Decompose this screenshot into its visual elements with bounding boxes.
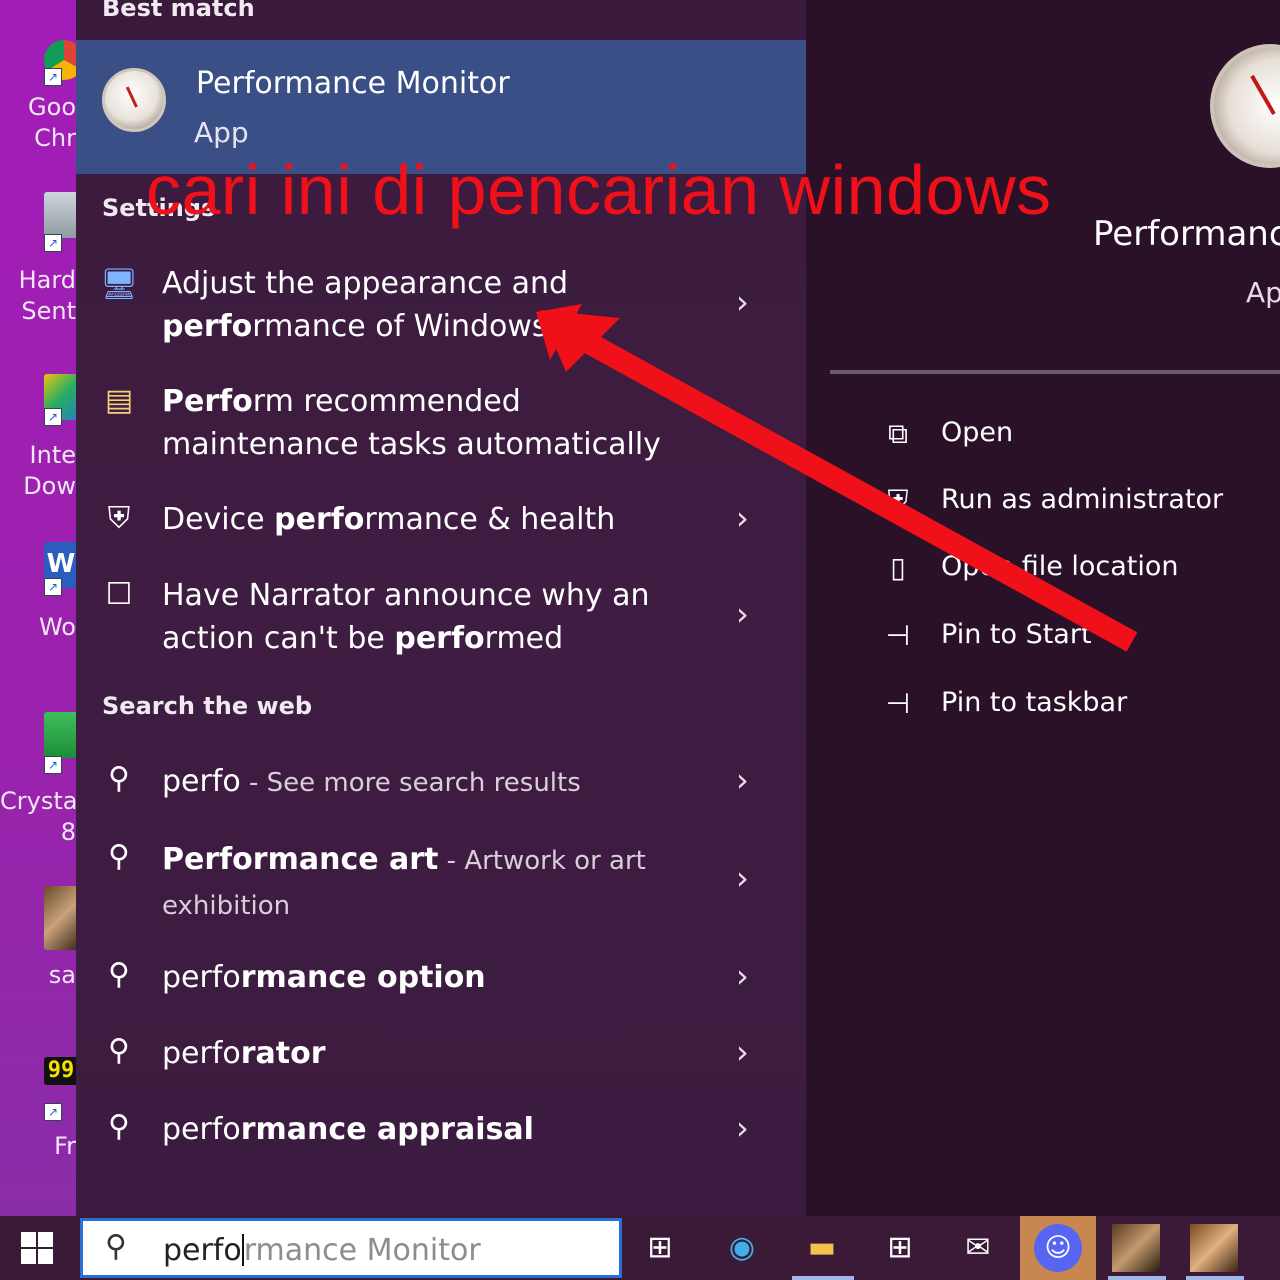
start-button[interactable] (0, 1216, 76, 1280)
shortcut-arrow-icon: ↗ (44, 68, 62, 86)
chevron-right-icon: › (736, 957, 749, 995)
desktop-icon-hard-disk-sentinel[interactable]: ↗ Hard Sent (0, 190, 76, 340)
detail-app-name: Performanc (1093, 214, 1280, 254)
admin-shield-icon: ⛨ (887, 484, 909, 517)
best-match-kind: App (194, 116, 249, 149)
game-icon (44, 886, 76, 950)
settings-item-device-performance[interactable]: ⛨ Device performance & health › (76, 498, 806, 550)
desktop-icon-game[interactable]: sa (0, 884, 76, 1034)
best-match-heading: Best match (102, 0, 255, 22)
web-item-perforator[interactable]: ⚲ perforator › (76, 1032, 806, 1082)
game-taskbar-icon[interactable] (1190, 1224, 1238, 1272)
desktop-icon-label: Crysta 8 (0, 787, 76, 846)
file-explorer-icon[interactable]: ▬ (798, 1224, 846, 1272)
web-item-perfo[interactable]: ⚲ perfo - See more search results › (76, 760, 806, 810)
discord-taskbar-button[interactable]: ☺ (1020, 1216, 1096, 1280)
web-item-performance-appraisal[interactable]: ⚲ performance appraisal › (76, 1108, 806, 1158)
computer-icon: 🖥 (100, 267, 139, 302)
desktop-icon-label: Hard Sent (18, 266, 76, 325)
shortcut-arrow-icon: ↗ (44, 578, 62, 596)
settings-item-adjust-appearance[interactable]: 🖥 Adjust the appearance and performance … (76, 262, 806, 358)
active-app-indicator (1108, 1276, 1166, 1280)
detail-app-kind: Ap (1246, 276, 1280, 309)
search-icon: ⚲ (108, 761, 130, 796)
desktop-icon-label: Fr (54, 1132, 76, 1160)
shortcut-arrow-icon: ↗ (44, 234, 62, 252)
web-item-performance-art[interactable]: ⚲ Performance art - Artwork or art exhib… (76, 838, 806, 934)
chevron-right-icon: › (736, 595, 749, 633)
desktop-icon-label: Wo (38, 613, 76, 641)
pin-icon: ⊣ (885, 619, 911, 652)
hard-disk-sentinel-icon (44, 192, 76, 238)
fraps-icon: 99 (44, 1057, 76, 1085)
desktop-icon-word[interactable]: W ↗ Wo (0, 540, 76, 690)
open-icon: ⧉ (888, 417, 908, 450)
settings-item-maintenance[interactable]: ▤ Perform recommended maintenance tasks … (76, 380, 806, 476)
action-open-file-location[interactable]: ▯ Open file location (878, 548, 1278, 592)
search-icon: ⚲ (108, 957, 130, 992)
performance-monitor-icon (1210, 44, 1280, 168)
shortcut-arrow-icon: ↗ (44, 408, 62, 426)
shield-icon: ⛨ (107, 501, 131, 536)
performance-monitor-icon (102, 68, 166, 132)
active-app-indicator (792, 1276, 854, 1280)
search-typed-text: perfo (163, 1233, 242, 1268)
desktop-icon-label: Inte Dow (23, 441, 76, 500)
desktop: ↗ Goo Chr ↗ Hard Sent ↗ Inte Dow W ↗ Wo … (0, 0, 76, 1216)
taskbar-search-input[interactable]: ⚲ performance Monitor (80, 1218, 622, 1278)
chevron-right-icon: › (736, 1109, 749, 1147)
chevron-right-icon: › (736, 499, 749, 537)
action-run-as-admin[interactable]: ⛨ Run as administrator (878, 481, 1278, 525)
action-pin-to-taskbar[interactable]: ⊣ Pin to taskbar (878, 684, 1278, 728)
desktop-icon-idm[interactable]: ↗ Inte Dow (0, 372, 76, 522)
edge-icon[interactable]: ◉ (718, 1224, 766, 1272)
desktop-icon-chrome[interactable]: ↗ Goo Chr (0, 20, 76, 170)
active-app-indicator (1186, 1276, 1244, 1280)
search-web-heading: Search the web (102, 692, 313, 720)
chevron-right-icon: › (736, 859, 749, 897)
desktop-icon-fraps[interactable]: 99 ↗ Fr (0, 1055, 76, 1205)
pin-icon: ⊣ (885, 687, 911, 720)
mail-icon[interactable]: ✉ (954, 1224, 1002, 1272)
search-autocomplete-text: rmance Monitor (243, 1233, 481, 1268)
search-icon: ⚲ (105, 1229, 127, 1264)
narrator-icon: ☐ (105, 577, 133, 612)
chevron-right-icon: › (736, 761, 749, 799)
divider (830, 370, 1280, 374)
desktop-icon-label: sa (48, 961, 76, 989)
maintenance-icon: ▤ (104, 383, 134, 418)
discord-icon: ☺ (1034, 1224, 1082, 1272)
search-icon: ⚲ (108, 1109, 130, 1144)
chevron-right-icon: › (736, 1033, 749, 1071)
microsoft-store-icon[interactable]: ⊞ (876, 1224, 924, 1272)
action-pin-to-start[interactable]: ⊣ Pin to Start (878, 616, 1278, 660)
task-view-icon[interactable]: ⊞ (636, 1224, 684, 1272)
search-icon: ⚲ (108, 1033, 130, 1068)
desktop-icon-crystaldisk[interactable]: ↗ Crysta 8 (0, 710, 76, 860)
chevron-right-icon: › (736, 401, 749, 439)
crystaldisk-icon (44, 712, 76, 758)
shortcut-arrow-icon: ↗ (44, 756, 62, 774)
web-item-performance-option[interactable]: ⚲ performance option › (76, 956, 806, 1006)
game-taskbar-icon[interactable] (1112, 1224, 1160, 1272)
folder-icon: ▯ (890, 551, 906, 584)
chevron-right-icon: › (736, 283, 749, 321)
taskbar: ⚲ performance Monitor ⊞ ◉ ▬ ⊞ ✉ ☺ (0, 1216, 1280, 1280)
shortcut-arrow-icon: ↗ (44, 1103, 62, 1121)
desktop-icon-label: Goo Chr (28, 93, 76, 152)
action-open[interactable]: ⧉ Open (878, 414, 1278, 458)
annotation-text: cari ini di pencarian windows (146, 151, 1052, 229)
best-match-name: Performance Monitor (196, 66, 510, 101)
search-icon: ⚲ (108, 839, 130, 874)
settings-item-narrator[interactable]: ☐ Have Narrator announce why an action c… (76, 574, 806, 670)
